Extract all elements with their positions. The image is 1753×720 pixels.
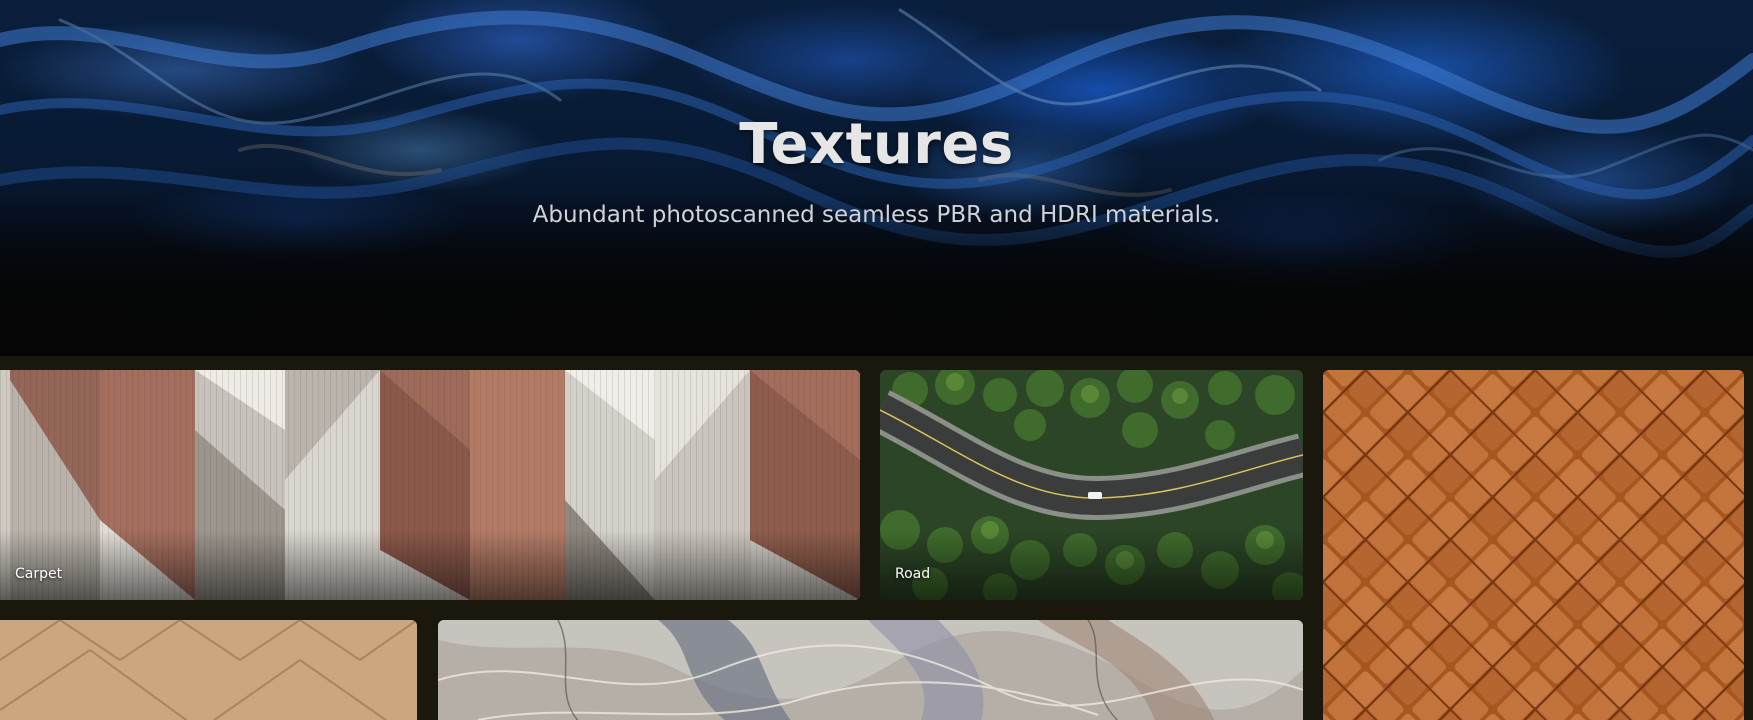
hero-fade-overlay	[0, 0, 1753, 360]
tile-label-road: Road	[895, 566, 931, 582]
leather-weave-thumbnail	[1323, 370, 1744, 720]
tile-shade	[0, 530, 860, 600]
hero-banner: Textures Abundant photoscanned seamless …	[0, 0, 1753, 360]
marble-thumbnail	[438, 620, 1303, 720]
wood-parquet-thumbnail	[0, 620, 417, 720]
texture-tile-road[interactable]: Road	[880, 370, 1303, 600]
texture-tile-marble[interactable]	[438, 620, 1303, 720]
texture-tile-leather[interactable]	[1323, 370, 1744, 720]
page: Textures Abundant photoscanned seamless …	[0, 0, 1753, 720]
texture-tile-wood[interactable]	[0, 620, 417, 720]
tile-shade	[880, 530, 1303, 600]
texture-tile-carpet[interactable]: Carpet	[0, 370, 860, 600]
tile-label-carpet: Carpet	[15, 566, 63, 582]
page-title: Textures	[739, 112, 1014, 177]
page-subtitle: Abundant photoscanned seamless PBR and H…	[532, 202, 1221, 228]
